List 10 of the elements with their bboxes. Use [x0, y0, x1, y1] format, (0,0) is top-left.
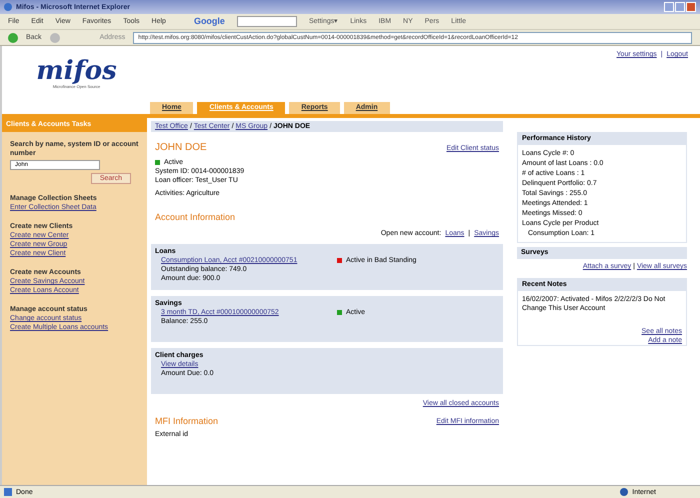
- client-name: JOHN DOE: [155, 142, 207, 154]
- logo-text: mifos: [36, 58, 117, 84]
- minimize-button[interactable]: [664, 2, 674, 12]
- google-search-field[interactable]: [236, 16, 297, 27]
- google-logo: Google: [194, 17, 225, 26]
- page-icon: [4, 488, 12, 496]
- section-heading: Account Information: [154, 212, 236, 223]
- close-button[interactable]: [686, 2, 696, 12]
- section-heading: MFI Information: [155, 416, 218, 427]
- maximize-button[interactable]: [675, 2, 685, 12]
